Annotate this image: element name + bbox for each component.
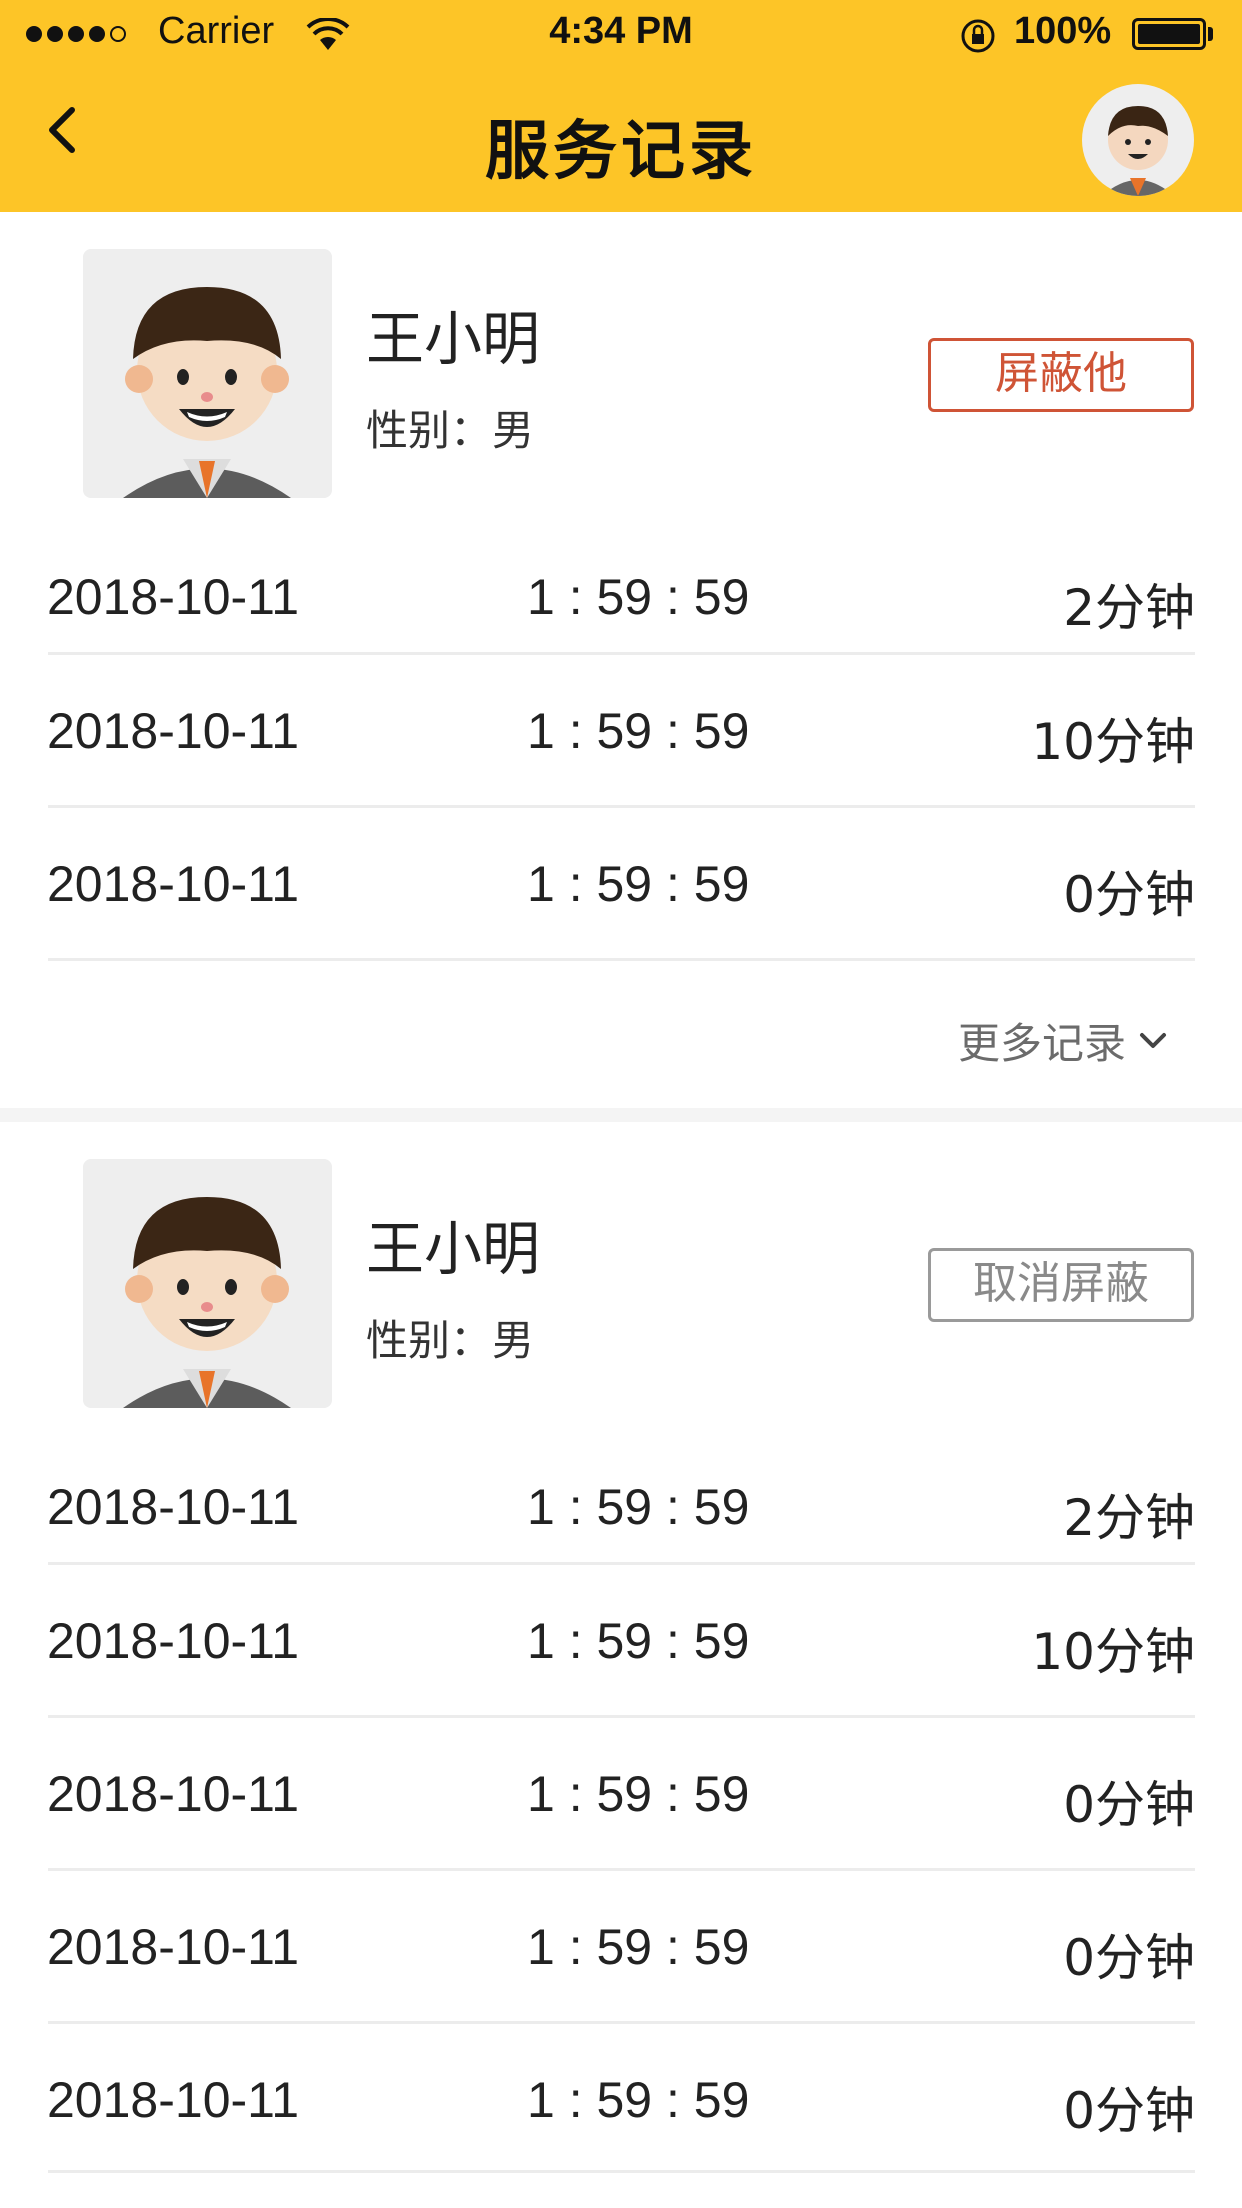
block-button[interactable]: 屏蔽他	[928, 338, 1194, 412]
record-time: 1 : 59 : 59	[527, 1766, 750, 1822]
provider-avatar	[83, 1159, 332, 1408]
person-illustration-icon	[123, 287, 291, 498]
divider	[48, 1562, 1195, 1565]
service-card: 王小明 性别：男 屏蔽他 2018-10-11 1 : 59 : 59 2分钟 …	[0, 212, 1242, 1108]
battery-cap	[1208, 27, 1213, 41]
record-date: 2018-10-11	[47, 1766, 300, 1822]
divider	[48, 958, 1195, 961]
avatar-illustration-icon	[1102, 106, 1174, 196]
person-illustration-icon	[123, 1197, 291, 1408]
record-row: 2018-10-11 1 : 59 : 59 10分钟	[0, 702, 1242, 771]
record-row: 2018-10-11 1 : 59 : 59 10分钟	[0, 1612, 1242, 1681]
status-bar: Carrier 4:34 PM 100%	[0, 0, 1242, 70]
record-time: 1 : 59 : 59	[527, 1613, 750, 1669]
user-avatar[interactable]	[1082, 84, 1194, 196]
section-separator	[0, 1108, 1242, 1122]
rotation-lock-icon	[961, 19, 995, 53]
record-date: 2018-10-11	[47, 569, 300, 625]
more-records-link[interactable]: 更多记录	[958, 1010, 1170, 1071]
record-duration: 0分钟	[1063, 1776, 1195, 1834]
record-date: 2018-10-11	[47, 856, 300, 912]
provider-name: 王小明	[366, 305, 541, 373]
record-row: 2018-10-11 1 : 59 : 59 0分钟	[0, 1765, 1242, 1834]
provider-name: 王小明	[366, 1215, 541, 1283]
provider-avatar	[83, 249, 332, 498]
record-row: 2018-10-11 1 : 59 : 59 2分钟	[0, 1478, 1242, 1547]
record-time: 1 : 59 : 59	[527, 856, 750, 912]
record-row: 2018-10-11 1 : 59 : 59 0分钟	[0, 855, 1242, 924]
provider-gender: 性别：男	[366, 1316, 535, 1365]
record-time: 1 : 59 : 59	[527, 1479, 750, 1535]
provider-gender: 性别：男	[366, 406, 535, 455]
record-date: 2018-10-11	[47, 1613, 300, 1669]
record-time: 1 : 59 : 59	[527, 569, 750, 625]
record-time: 1 : 59 : 59	[527, 1919, 750, 1975]
record-duration: 10分钟	[1031, 1623, 1195, 1681]
top-bar: Carrier 4:34 PM 100% 服务记录	[0, 0, 1242, 212]
record-row: 2018-10-11 1 : 59 : 59 0分钟	[0, 2071, 1242, 2140]
record-row: 2018-10-11 1 : 59 : 59 0分钟	[0, 1918, 1242, 1987]
divider	[48, 1715, 1195, 1718]
record-row: 2018-10-11 1 : 59 : 59 2分钟	[0, 568, 1242, 637]
record-duration: 0分钟	[1063, 2082, 1195, 2140]
service-card: 王小明 性别：男 取消屏蔽 2018-10-11 1 : 59 : 59 2分钟…	[0, 1122, 1242, 2208]
divider	[48, 652, 1195, 655]
page-title: 服务记录	[485, 115, 757, 189]
battery-icon	[1132, 18, 1206, 50]
record-date: 2018-10-11	[47, 703, 300, 759]
record-date: 2018-10-11	[47, 1919, 300, 1975]
battery-percentage: 100%	[1014, 10, 1112, 52]
divider	[48, 805, 1195, 808]
record-time: 1 : 59 : 59	[527, 2072, 750, 2128]
record-duration: 0分钟	[1063, 1929, 1195, 1987]
chevron-down-icon	[1140, 1032, 1166, 1048]
record-duration: 2分钟	[1063, 579, 1195, 637]
divider	[48, 2170, 1195, 2173]
divider	[48, 2021, 1195, 2024]
record-duration: 10分钟	[1031, 713, 1195, 771]
record-duration: 2分钟	[1063, 1489, 1195, 1547]
unblock-button[interactable]: 取消屏蔽	[928, 1248, 1194, 1322]
record-date: 2018-10-11	[47, 2072, 300, 2128]
record-date: 2018-10-11	[47, 1479, 300, 1535]
record-duration: 0分钟	[1063, 866, 1195, 924]
divider	[48, 1868, 1195, 1871]
record-time: 1 : 59 : 59	[527, 703, 750, 759]
more-records-label: 更多记录	[957, 1019, 1126, 1068]
